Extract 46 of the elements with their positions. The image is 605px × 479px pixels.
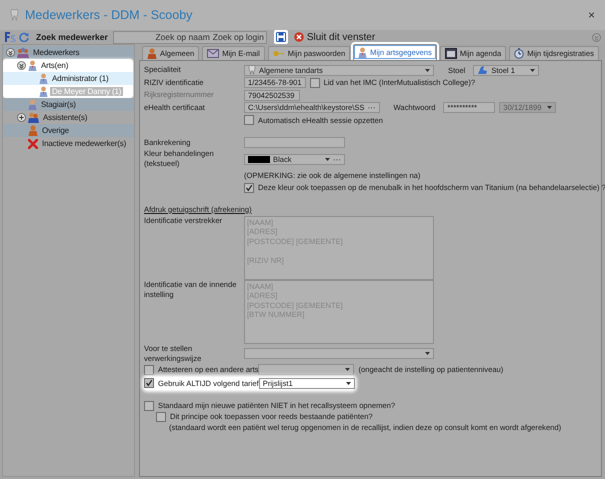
caret-icon [345,368,350,372]
envelope-icon [207,49,220,58]
collapse-icon[interactable] [17,61,26,70]
dental-chair-icon [477,65,488,76]
input-field[interactable] [244,137,345,148]
fs-logo-icon [5,32,16,42]
expand-icon[interactable] [17,113,26,122]
cross-icon [28,138,38,148]
search-option-button[interactable]: Zoek op naam [155,32,210,42]
tree-item[interactable]: Arts(en) [39,61,70,70]
person-icon [28,125,38,136]
calendar-icon [444,48,457,59]
caret-icon [547,106,552,110]
person-icon [28,99,37,110]
search-option-button[interactable]: Zoek op login [212,32,264,42]
close-window-button[interactable]: Sluit dit venster [294,32,376,42]
tree-item[interactable]: Overige [40,126,71,135]
save-button[interactable] [274,30,288,44]
caret-icon [425,352,430,355]
doctor-icon [358,47,368,58]
caret-icon [325,158,330,160]
caret-icon [346,382,351,385]
close-button[interactable]: × [588,8,595,22]
tooth-icon [248,65,256,76]
caret-icon [530,68,536,72]
caret-icon [425,68,430,72]
refresh-icon [19,32,29,42]
close-icon [294,32,304,42]
tree-item[interactable]: Assistente(s) [41,113,90,122]
person-icon [147,48,157,59]
people-group-icon [17,47,29,58]
doctor-icon [39,86,48,97]
tree-item[interactable]: Inactieve medewerker(s) [40,139,128,148]
doctor-icon [39,73,48,84]
window-title: Medewerkers - DDM - Scooby [25,8,194,22]
stopwatch-icon [514,48,524,59]
two-persons-icon [28,112,39,123]
checkmark-icon [145,379,153,388]
collapse-icon[interactable] [6,48,15,57]
search-field[interactable]: Zoek op naam Zoek op login [112,30,267,44]
tooth-icon [10,9,19,21]
doctor-icon [28,60,37,71]
key-icon [272,49,285,58]
collapse-panel-icon [592,32,601,42]
checkmark-icon [245,184,253,192]
search-label: Zoek medewerker [36,32,108,42]
